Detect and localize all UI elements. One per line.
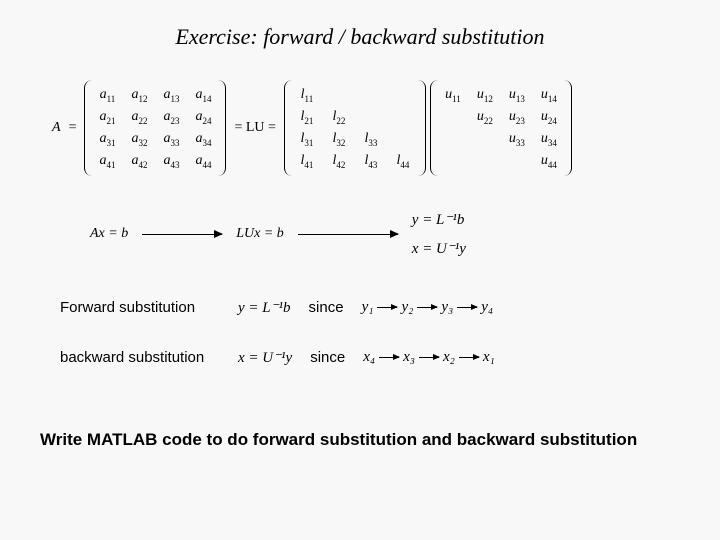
matrix-cell: u24 bbox=[538, 106, 560, 128]
arrow-icon bbox=[298, 234, 398, 235]
task-instruction: Write MATLAB code to do forward substitu… bbox=[40, 430, 680, 450]
matrix-cell: a43 bbox=[160, 150, 182, 172]
matrix-cell: u22 bbox=[474, 106, 496, 128]
matrix-cell: a42 bbox=[128, 150, 150, 172]
matrix-cell: a14 bbox=[192, 84, 214, 106]
backward-substitution-row: backward substitution x = U⁻¹y since x₄x… bbox=[60, 348, 495, 367]
arrow-icon bbox=[417, 307, 437, 308]
page-title: Exercise: forward / backward substitutio… bbox=[0, 24, 720, 50]
solve-flow: Ax = b LUx = b y = L⁻¹b x = U⁻¹y bbox=[90, 210, 466, 258]
matrix-cell bbox=[360, 84, 382, 106]
matrix-cell: u13 bbox=[506, 84, 528, 106]
matrix-cell: l21 bbox=[296, 106, 318, 128]
matrix-cell: u14 bbox=[538, 84, 560, 106]
matrix-cell: a11 bbox=[96, 84, 118, 106]
matrix-cell bbox=[392, 106, 414, 128]
matrix-cell: l22 bbox=[328, 106, 350, 128]
matrix-cell bbox=[442, 106, 464, 128]
forward-label: Forward substitution bbox=[60, 299, 220, 316]
chain-item: y₃ bbox=[441, 299, 453, 315]
matrix-cell: a44 bbox=[192, 150, 214, 172]
arrow-icon bbox=[457, 307, 477, 308]
backward-since: since bbox=[310, 349, 345, 366]
matrix-A: a11 a12 a13 a14 a21 a22 a23 a24 a31 a32 a33 a34 a41 a… bbox=[84, 80, 226, 176]
matrix-cell: u44 bbox=[538, 150, 560, 172]
arrow-icon bbox=[379, 357, 399, 358]
backward-label: backward substitution bbox=[60, 349, 220, 366]
matrix-cell bbox=[392, 128, 414, 150]
matrix-cell: u12 bbox=[474, 84, 496, 106]
eq-axb: Ax = b bbox=[90, 226, 128, 242]
matrix-cell: u33 bbox=[506, 128, 528, 150]
matrix-cell bbox=[442, 150, 464, 172]
matrix-cell: u23 bbox=[506, 106, 528, 128]
eq-y-linv-b: y = L⁻¹b bbox=[412, 210, 466, 229]
backward-expr: x = U⁻¹y bbox=[238, 348, 292, 367]
matrix-cell bbox=[360, 106, 382, 128]
matrix-cell: l31 bbox=[296, 128, 318, 150]
arrow-icon bbox=[377, 307, 397, 308]
arrow-icon bbox=[142, 234, 222, 235]
chain-item: y₄ bbox=[481, 299, 493, 315]
eq-LU: = LU = bbox=[234, 120, 275, 136]
forward-expr: y = L⁻¹b bbox=[238, 298, 291, 317]
chain-item: x₃ bbox=[403, 349, 415, 365]
forward-chain: y₁ y₂ y₃ y₄ bbox=[362, 299, 494, 316]
matrix-cell: a34 bbox=[192, 128, 214, 150]
matrix-cell: u11 bbox=[442, 84, 464, 106]
arrow-icon bbox=[459, 357, 479, 358]
eq-luxb: LUx = b bbox=[236, 226, 284, 242]
chain-item: y₂ bbox=[401, 299, 413, 315]
matrix-cell: a12 bbox=[128, 84, 150, 106]
matrix-cell: a32 bbox=[128, 128, 150, 150]
matrix-cell: a41 bbox=[96, 150, 118, 172]
matrix-cell bbox=[506, 150, 528, 172]
matrix-cell: a21 bbox=[96, 106, 118, 128]
arrow-icon bbox=[419, 357, 439, 358]
matrix-U: u11 u12 u13 u14 u22 u23 u24 u33 u34u44 bbox=[430, 80, 572, 176]
chain-item: x₂ bbox=[443, 349, 455, 365]
matrix-cell: a23 bbox=[160, 106, 182, 128]
matrix-cell bbox=[328, 84, 350, 106]
matrix-cell: l11 bbox=[296, 84, 318, 106]
matrix-cell: l44 bbox=[392, 150, 414, 172]
matrix-cell: u34 bbox=[538, 128, 560, 150]
matrix-cell: a31 bbox=[96, 128, 118, 150]
backward-chain: x₄ x₃ x₂ x₁ bbox=[363, 349, 495, 366]
matrix-cell: l32 bbox=[328, 128, 350, 150]
forward-since: since bbox=[309, 299, 344, 316]
lu-decomposition-equation: A = a11 a12 a13 a14 a21 a22 a23 a24 a31 a32 a33 a34… bbox=[50, 80, 574, 176]
matrix-cell: l42 bbox=[328, 150, 350, 172]
eq-sign: = bbox=[69, 120, 77, 136]
matrix-cell: l33 bbox=[360, 128, 382, 150]
matrix-cell bbox=[392, 84, 414, 106]
matrix-cell bbox=[474, 128, 496, 150]
forward-substitution-row: Forward substitution y = L⁻¹b since y₁ y₂… bbox=[60, 298, 493, 317]
matrix-cell: a24 bbox=[192, 106, 214, 128]
matrix-cell: l41 bbox=[296, 150, 318, 172]
matrix-cell bbox=[442, 128, 464, 150]
matrix-cell: a33 bbox=[160, 128, 182, 150]
matrix-cell: l43 bbox=[360, 150, 382, 172]
chain-item: x₁ bbox=[483, 349, 495, 365]
chain-item: y₁ bbox=[362, 299, 374, 315]
var-A: A bbox=[52, 120, 61, 136]
eq-x-uinv-y: x = U⁻¹y bbox=[412, 239, 466, 258]
matrix-cell: a22 bbox=[128, 106, 150, 128]
matrix-L: l11l21 l22 l31 l32 l33 l41 l42 l43 l44 bbox=[284, 80, 426, 176]
matrix-cell bbox=[474, 150, 496, 172]
matrix-cell: a13 bbox=[160, 84, 182, 106]
chain-item: x₄ bbox=[363, 349, 375, 365]
